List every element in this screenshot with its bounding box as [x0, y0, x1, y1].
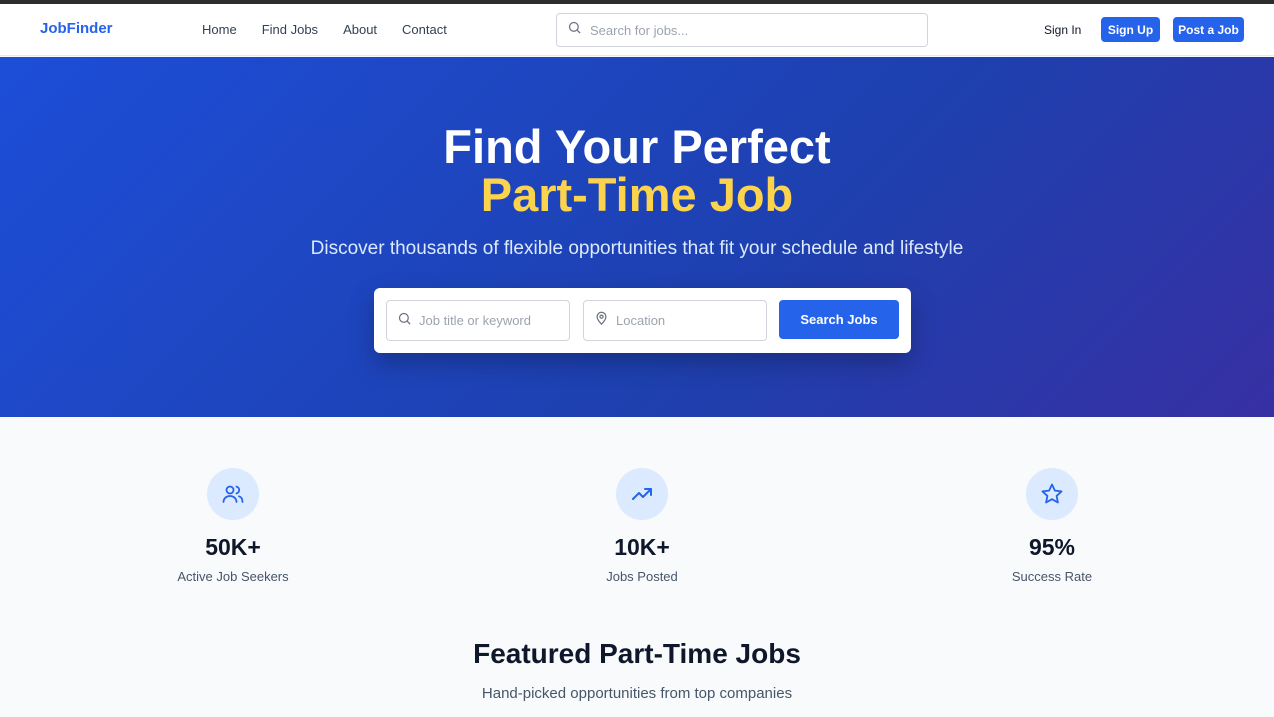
star-icon	[1026, 468, 1078, 520]
nav-about[interactable]: About	[343, 22, 377, 37]
users-icon	[207, 468, 259, 520]
hero-section: Find Your Perfect Part-Time Job Discover…	[0, 57, 1274, 417]
site-header: JobFinder Home Find Jobs About Contact S…	[0, 4, 1274, 56]
stat-label: Active Job Seekers	[177, 569, 289, 584]
nav-contact[interactable]: Contact	[402, 22, 447, 37]
nav-home[interactable]: Home	[202, 22, 237, 37]
search-icon	[397, 311, 412, 331]
featured-title: Featured Part-Time Jobs	[473, 638, 801, 669]
job-search-card: Search Jobs	[374, 288, 911, 353]
stat-label: Jobs Posted	[606, 569, 678, 584]
location-field	[583, 300, 767, 341]
stat-success-rate: 95% Success Rate	[952, 468, 1152, 584]
featured-subtitle: Hand-picked opportunities from top compa…	[481, 685, 793, 702]
stat-jobs-posted: 10K+ Jobs Posted	[542, 468, 742, 584]
hero-title-line2: Part-Time Job	[480, 168, 794, 221]
sign-up-button[interactable]: Sign Up	[1101, 17, 1160, 42]
search-icon	[567, 20, 582, 40]
map-pin-icon	[594, 311, 609, 331]
keyword-field	[386, 300, 570, 341]
hero-title-line1: Find Your Perfect	[443, 120, 831, 173]
stat-value: 50K+	[205, 534, 261, 560]
nav-find-jobs[interactable]: Find Jobs	[262, 22, 318, 37]
location-input[interactable]	[616, 313, 756, 328]
stat-value: 10K+	[614, 534, 670, 560]
post-job-button[interactable]: Post a Job	[1173, 17, 1244, 42]
stat-value: 95%	[1028, 534, 1076, 560]
main-nav: Home Find Jobs About Contact	[202, 22, 447, 37]
header-search-input[interactable]	[590, 22, 910, 38]
keyword-input[interactable]	[419, 313, 559, 328]
hero-title: Find Your Perfect Part-Time Job	[0, 123, 1274, 219]
header-search	[556, 13, 928, 47]
hero-subtitle: Discover thousands of flexible opportuni…	[310, 238, 964, 259]
trending-up-icon	[616, 468, 668, 520]
sign-in-button[interactable]: Sign In	[1044, 23, 1081, 37]
logo[interactable]: JobFinder	[40, 20, 113, 37]
stat-label: Success Rate	[1011, 569, 1093, 584]
stat-job-seekers: 50K+ Active Job Seekers	[133, 468, 333, 584]
search-jobs-button[interactable]: Search Jobs	[779, 300, 899, 339]
